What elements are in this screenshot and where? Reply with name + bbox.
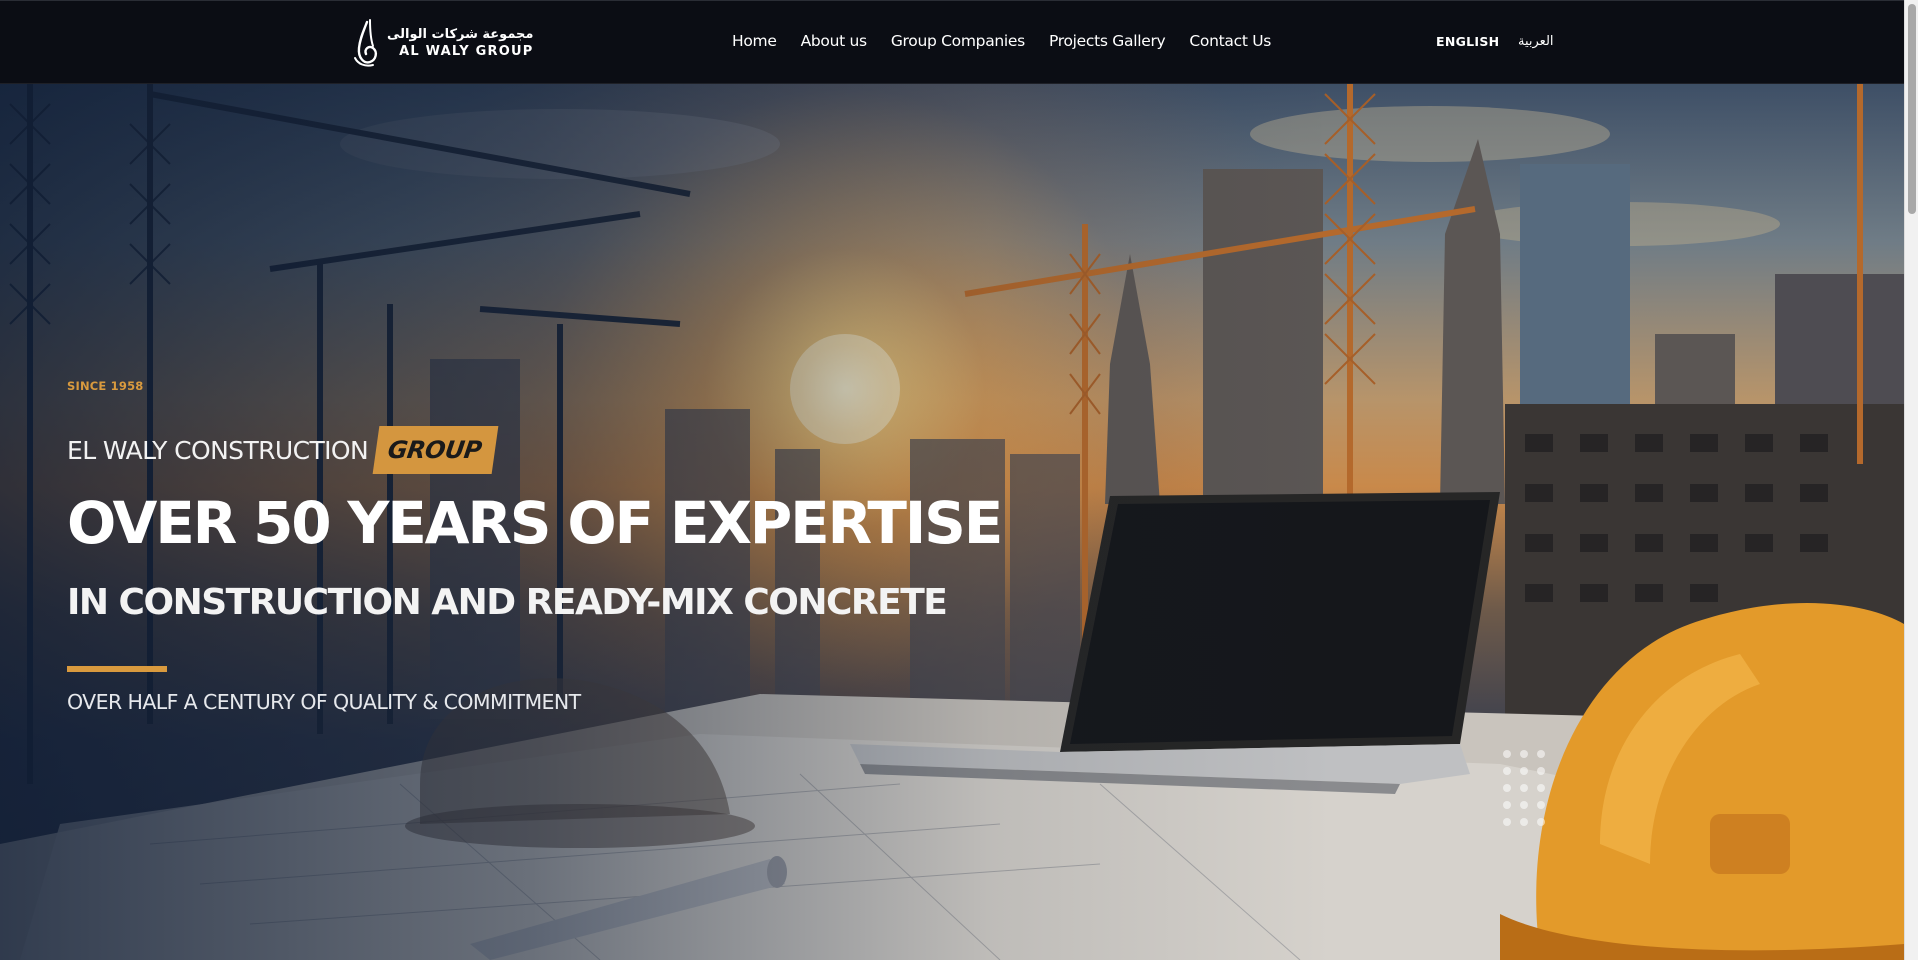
main-nav: Home About us Group Companies Projects G… xyxy=(732,32,1271,50)
calligraphy-logo-icon xyxy=(354,19,378,67)
page-scrollbar[interactable] xyxy=(1904,0,1918,960)
logo-text: مجموعة شركات الوالى AL WALY GROUP xyxy=(387,28,533,58)
hero-headline: OVER 50 YEARS OF EXPERTISE xyxy=(67,489,1003,557)
brand-line: EL WALY CONSTRUCTION GROUP xyxy=(67,426,499,474)
brand-name: EL WALY CONSTRUCTION xyxy=(67,435,369,465)
hero-subheadline: IN CONSTRUCTION AND READY-MIX CONCRETE xyxy=(67,582,948,623)
since-label: SINCE 1958 xyxy=(67,379,144,393)
nav-about-us[interactable]: About us xyxy=(801,32,868,50)
hero-tagline: OVER HALF A CENTURY OF QUALITY & COMMITM… xyxy=(67,690,581,714)
logo-english-name: AL WALY GROUP xyxy=(399,44,534,59)
nav-home[interactable]: Home xyxy=(732,32,777,50)
hero-banner: SINCE 1958 EL WALY CONSTRUCTION GROUP OV… xyxy=(0,84,1904,960)
nav-group-companies[interactable]: Group Companies xyxy=(891,32,1025,50)
top-navbar: مجموعة شركات الوالى AL WALY GROUP Home A… xyxy=(0,0,1918,84)
nav-projects-gallery[interactable]: Projects Gallery xyxy=(1049,32,1166,50)
site-logo[interactable]: مجموعة شركات الوالى AL WALY GROUP xyxy=(351,18,533,68)
decorative-dot-grid xyxy=(1503,750,1545,826)
brand-badge: GROUP xyxy=(372,426,499,474)
language-english-link[interactable]: ENGLISH xyxy=(1436,34,1499,49)
accent-divider xyxy=(67,666,167,672)
nav-contact-us[interactable]: Contact Us xyxy=(1189,32,1271,50)
logo-arabic-name: مجموعة شركات الوالى xyxy=(387,27,534,42)
language-arabic-link[interactable]: العربية xyxy=(1518,34,1554,49)
scrollbar-thumb[interactable] xyxy=(1908,4,1916,214)
